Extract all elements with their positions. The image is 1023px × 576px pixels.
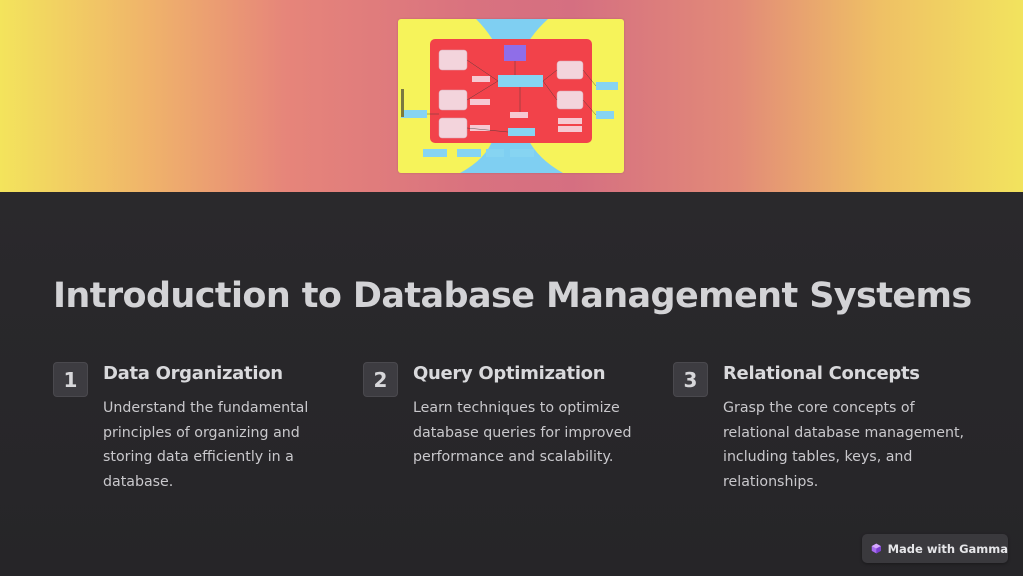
step-number-badge: 1 xyxy=(53,362,88,397)
made-with-gamma-button[interactable]: Made with Gamma xyxy=(862,534,1008,563)
step-description: Learn techniques to optimize database qu… xyxy=(413,400,632,466)
step-title: Data Organization xyxy=(103,363,283,384)
step-description: Understand the fundamental principles of… xyxy=(103,400,309,490)
gamma-logo-icon xyxy=(871,543,881,554)
step-number-badge: 2 xyxy=(363,362,398,397)
step-description: Grasp the core concepts of relational da… xyxy=(723,400,965,490)
page-title: Introduction to Database Management Syst… xyxy=(53,276,972,316)
step-title: Query Optimization xyxy=(413,363,606,384)
hero-banner xyxy=(0,0,1023,192)
step-number-badge: 3 xyxy=(673,362,708,397)
badge-label: Made with Gamma xyxy=(887,541,1008,556)
content-area xyxy=(0,192,1023,576)
dbms-architecture-diagram xyxy=(398,19,624,173)
step-title: Relational Concepts xyxy=(723,363,920,384)
